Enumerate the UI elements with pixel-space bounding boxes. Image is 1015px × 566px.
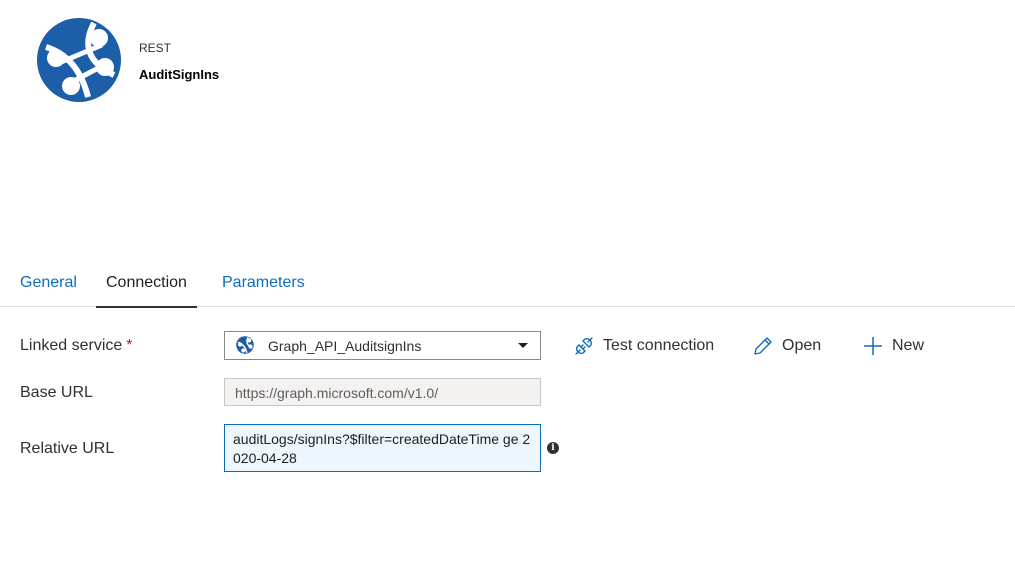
dataset-name: AuditSignIns xyxy=(139,67,220,82)
plug-connect-icon xyxy=(575,337,593,355)
linked-service-label: Linked service * xyxy=(20,337,133,355)
plus-icon xyxy=(864,337,882,355)
new-label: New xyxy=(892,337,925,354)
rest-dataset-logo-icon xyxy=(36,17,122,103)
open-label: Open xyxy=(782,337,822,354)
info-icon[interactable]: i xyxy=(547,442,559,454)
dataset-type-label: REST xyxy=(139,41,172,55)
tab-general[interactable]: General xyxy=(20,274,77,307)
relative-url-input[interactable]: auditLogs/signIns?$filter=createdDateTim… xyxy=(224,424,541,472)
chevron-down-icon xyxy=(518,343,528,348)
tab-parameters[interactable]: Parameters xyxy=(222,274,305,307)
rest-service-icon xyxy=(236,336,254,354)
tab-bar: General Connection Parameters xyxy=(0,264,1015,308)
tab-connection[interactable]: Connection xyxy=(96,274,197,308)
linked-service-dropdown[interactable]: Graph_API_AuditsignIns xyxy=(224,331,541,360)
pencil-icon xyxy=(754,337,772,355)
base-url-field: https://graph.microsoft.com/v1.0/ xyxy=(224,378,541,406)
base-url-label: Base URL xyxy=(20,384,93,401)
linked-service-label-text: Linked service xyxy=(20,337,123,354)
test-connection-label: Test connection xyxy=(603,337,715,354)
linked-service-value: Graph_API_AuditsignIns xyxy=(268,338,422,354)
required-marker: * xyxy=(126,337,133,354)
relative-url-label: Relative URL xyxy=(20,440,115,457)
